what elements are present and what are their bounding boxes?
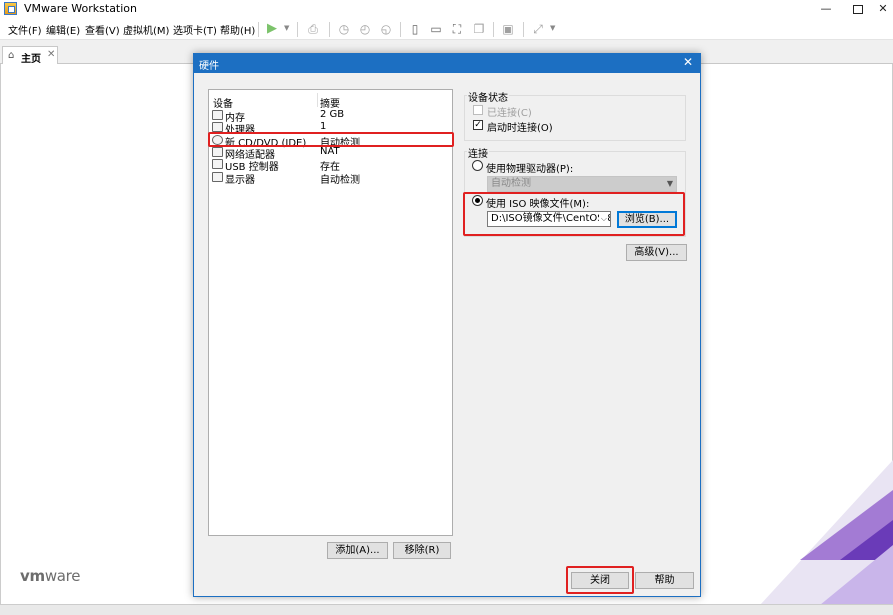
network-adapter-icon	[212, 147, 223, 157]
connect-at-power-on-label[interactable]: 启动时连接(O)	[487, 119, 553, 134]
home-icon: ⌂	[8, 50, 15, 61]
device-status-title: 设备状态	[467, 89, 509, 104]
snapshot-manager-icon[interactable]: ◵	[379, 22, 393, 36]
stretch-guest-icon[interactable]: ⤢	[531, 22, 545, 36]
chevron-down-icon: ▼	[666, 179, 673, 188]
sidebar-toggle-icon[interactable]: ▯	[408, 22, 422, 36]
menu-file[interactable]: 文件(F)	[8, 22, 42, 37]
physical-drive-value: 自动检测	[491, 178, 531, 189]
dialog-title: 硬件	[199, 61, 219, 72]
menu-edit[interactable]: 编辑(E)	[46, 22, 80, 37]
device-summary: 1	[320, 121, 327, 132]
device-summary: NAT	[320, 146, 340, 157]
decorative-triangles	[760, 460, 893, 605]
full-screen-icon[interactable]: ⛶	[450, 22, 464, 36]
add-device-button[interactable]: 添加(A)...	[327, 542, 388, 559]
chevron-down-icon[interactable]: ▼	[550, 24, 555, 32]
menu-vm[interactable]: 虚拟机(M)	[123, 22, 169, 37]
app-title: VMware Workstation	[24, 2, 138, 15]
dialog-close-icon[interactable]: ✕	[683, 55, 693, 69]
connect-at-power-on-checkbox[interactable]: ✓	[473, 120, 483, 130]
memory-icon	[212, 110, 223, 120]
iso-highlight	[463, 192, 685, 236]
toolbar-separator	[258, 22, 259, 37]
console-view-icon[interactable]: ▣	[501, 22, 515, 36]
tab-home-label: 主页	[21, 54, 41, 65]
device-list[interactable]: 设备 摘要 内存 2 GB 处理器 1 新 CD/DVD (IDE) 自动检测 …	[208, 89, 453, 536]
power-on-icon[interactable]: ▶	[265, 22, 279, 36]
connected-label: 已连接(C)	[487, 108, 532, 119]
display-icon	[212, 172, 223, 182]
usb-icon	[212, 159, 223, 169]
hardware-dialog: 硬件 ✕ 设备 摘要 内存 2 GB 处理器 1 新 CD/DVD (IDE) …	[193, 53, 701, 597]
close-window-button[interactable]: ✕	[872, 0, 893, 18]
minimize-button[interactable]: —	[815, 0, 837, 18]
device-summary: 2 GB	[320, 109, 345, 120]
physical-drive-label[interactable]: 使用物理驱动器(P):	[486, 160, 573, 175]
connected-checkbox	[473, 105, 483, 115]
status-bar	[0, 604, 893, 615]
toolbar-separator	[297, 22, 298, 37]
advanced-button[interactable]: 高级(V)...	[626, 244, 687, 261]
revert-snapshot-icon[interactable]: ◴	[358, 22, 372, 36]
toolbar-separator	[523, 22, 524, 37]
help-button[interactable]: 帮助	[635, 572, 694, 589]
snapshot-icon[interactable]: ◷	[337, 22, 351, 36]
toolbar-separator	[400, 22, 401, 37]
tab-home[interactable]: ⌂ 主页 ✕	[2, 46, 58, 65]
chevron-down-icon[interactable]: ▼	[284, 24, 289, 32]
device-row-usb[interactable]: USB 控制器 存在	[212, 159, 452, 173]
remove-device-button[interactable]: 移除(R)	[393, 542, 451, 559]
menu-help[interactable]: 帮助(H)	[220, 22, 255, 37]
menu-bar: 文件(F) 编辑(E) 查看(V) 虚拟机(M) 选项卡(T) 帮助(H) ▶ …	[0, 18, 893, 40]
maximize-button[interactable]	[846, 0, 868, 18]
device-name: 显示器	[225, 175, 255, 186]
connection-title: 连接	[467, 145, 489, 160]
device-column-header[interactable]: 设备	[213, 95, 233, 110]
column-divider	[317, 93, 318, 107]
physical-drive-select: 自动检测 ▼	[487, 176, 677, 192]
physical-drive-radio[interactable]	[472, 160, 483, 171]
vmware-app-icon	[4, 2, 17, 15]
close-button-highlight	[566, 566, 634, 594]
menu-tabs[interactable]: 选项卡(T)	[173, 22, 217, 37]
unity-icon[interactable]: ❐	[472, 22, 486, 36]
processor-icon	[212, 122, 223, 132]
send-keys-icon[interactable]: ⎙	[306, 22, 320, 36]
tab-close-icon[interactable]: ✕	[47, 49, 55, 60]
menu-view[interactable]: 查看(V)	[85, 22, 120, 37]
thumbnail-bar-icon[interactable]: ▭	[429, 22, 443, 36]
dialog-title-bar: 硬件 ✕	[194, 54, 700, 73]
title-bar: VMware Workstation — ✕	[0, 0, 893, 18]
summary-column-header[interactable]: 摘要	[320, 95, 340, 110]
vmware-logo: vmware	[20, 567, 81, 585]
cd-dvd-highlight	[208, 132, 454, 147]
toolbar-separator	[329, 22, 330, 37]
device-row-display[interactable]: 显示器 自动检测	[212, 172, 452, 186]
device-summary: 自动检测	[320, 175, 360, 186]
toolbar-separator	[493, 22, 494, 37]
